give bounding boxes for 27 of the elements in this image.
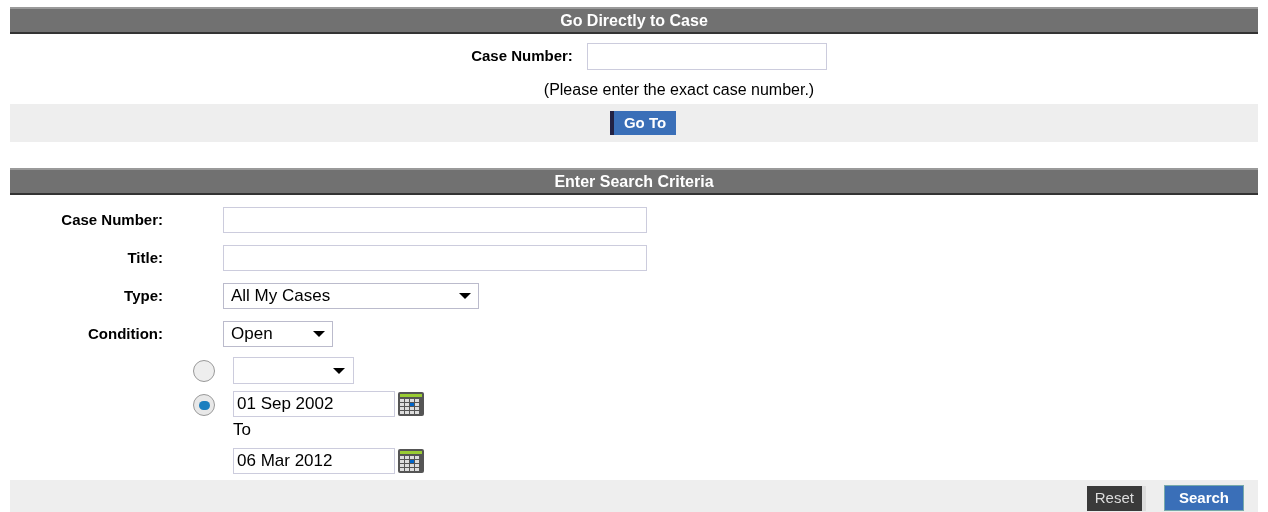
dropdown[interactable]: All My Cases — [223, 283, 479, 309]
field-label: Case Number: — [60, 209, 163, 230]
section-header: Enter Search Criteria — [10, 168, 1258, 195]
hint-text: (Please enter the exact case number.) — [543, 80, 815, 100]
date-field[interactable]: 01 Sep 2002 — [233, 391, 395, 417]
caret-icon — [333, 367, 345, 374]
caret-icon — [459, 293, 471, 299]
go-to-button[interactable]: Go To — [609, 111, 677, 135]
text-field[interactable] — [223, 245, 647, 271]
radio-button[interactable] — [193, 394, 215, 416]
dropdown[interactable] — [233, 357, 354, 384]
case-number-field[interactable] — [586, 42, 827, 70]
dropdown[interactable]: Open — [223, 321, 333, 347]
range-label: To — [233, 419, 251, 441]
field-label: Condition: — [87, 323, 163, 344]
field-label: Title: — [126, 247, 163, 268]
section-header: Go Directly to Case — [10, 7, 1258, 34]
text-field[interactable] — [223, 207, 647, 233]
date-field[interactable]: 06 Mar 2012 — [233, 448, 395, 474]
calendar-icon[interactable] — [397, 391, 425, 417]
field-label: Type: — [123, 285, 163, 306]
caret-icon — [313, 331, 325, 337]
field-label: Case Number: — [471, 45, 573, 66]
reset-button[interactable]: Reset — [1086, 485, 1146, 511]
search-button[interactable]: Search — [1163, 485, 1244, 511]
calendar-icon[interactable] — [397, 448, 425, 474]
radio-button[interactable] — [193, 360, 215, 382]
